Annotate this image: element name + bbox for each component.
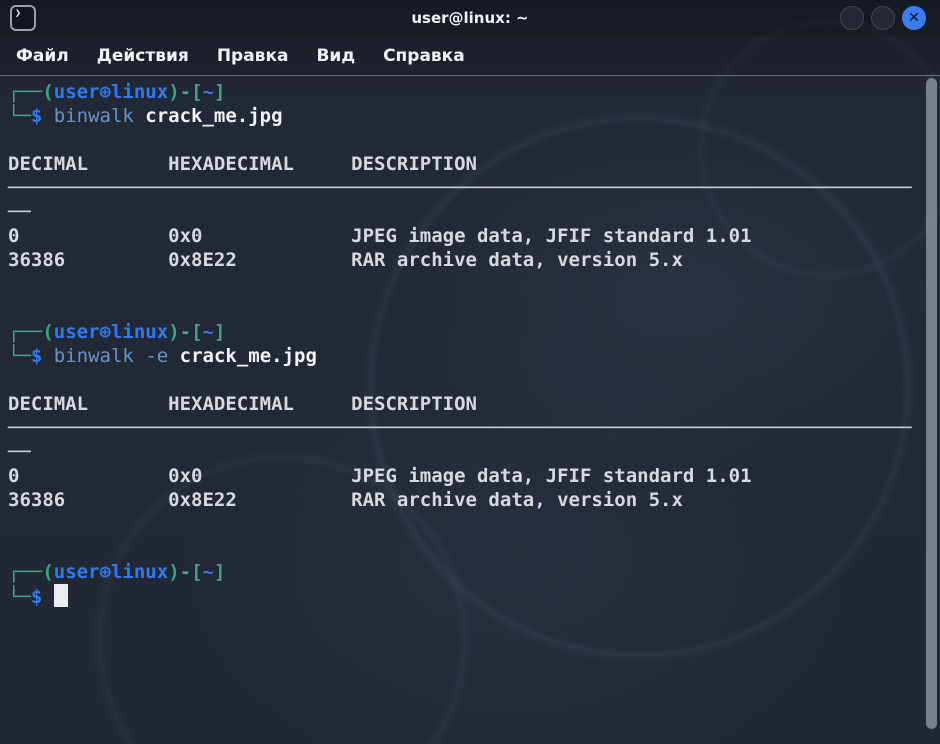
command-target: crack_me.jpg — [180, 345, 317, 367]
prompt-frame: └─ — [8, 345, 31, 367]
scrollbar[interactable] — [926, 78, 937, 739]
minimize-button[interactable] — [840, 6, 864, 30]
prompt-frame: ┌──( — [8, 321, 54, 343]
prompt-frame: ┌──( — [8, 81, 54, 103]
prompt-host: linux — [111, 81, 168, 103]
prompt-cwd: ~ — [203, 561, 214, 583]
prompt-line: ┌──(user⊕linux)-[~] — [8, 560, 916, 584]
menu-item-view[interactable]: Вид — [316, 46, 355, 66]
blank-line — [8, 536, 916, 560]
output-separator-wrap: ── — [8, 440, 916, 464]
prompt-user: user — [54, 561, 100, 583]
prompt-frame: ┌──( — [8, 561, 54, 583]
prompt-frame: )-[ — [168, 321, 202, 343]
prompt-line: ┌──(user⊕linux)-[~] — [8, 320, 916, 344]
command-line: └─$ binwalk -e crack_me.jpg — [8, 344, 916, 368]
output-separator: ────────────────────────────────────────… — [8, 416, 916, 440]
prompt-user: user — [54, 321, 100, 343]
command-flag: -e — [145, 345, 179, 367]
close-button[interactable]: ✕ — [902, 6, 926, 30]
blank-line — [8, 296, 916, 320]
prompt-frame: )-[ — [168, 81, 202, 103]
menu-item-edit[interactable]: Правка — [217, 46, 289, 66]
output-separator: ────────────────────────────────────────… — [8, 176, 916, 200]
active-prompt-line[interactable]: └─$ — [8, 584, 916, 608]
prompt-glyph: ❯ — [15, 9, 21, 19]
command-binary: binwalk — [54, 345, 146, 367]
prompt-host: linux — [111, 561, 168, 583]
output-row: 36386 0x8E22 RAR archive data, version 5… — [8, 248, 916, 272]
prompt-frame: └─ — [8, 105, 31, 127]
menu-item-help[interactable]: Справка — [383, 46, 465, 66]
blank-line — [8, 128, 916, 152]
prompt-cwd: ~ — [203, 81, 214, 103]
prompt-frame: ] — [214, 561, 225, 583]
menu-item-file[interactable]: Файл — [16, 46, 69, 66]
command-binary: binwalk — [54, 105, 146, 127]
terminal-window: ❯ user@linux: ~ ✕ Файл Действия Правка В… — [0, 0, 940, 744]
maximize-button[interactable] — [871, 6, 895, 30]
menubar: Файл Действия Правка Вид Справка — [0, 36, 940, 76]
at-symbol-icon: ⊕ — [100, 81, 111, 103]
window-controls: ✕ — [840, 6, 926, 30]
terminal-icon: ❯ — [10, 5, 36, 31]
output-row: 0 0x0 JPEG image data, JFIF standard 1.0… — [8, 224, 916, 248]
prompt-frame: └─ — [8, 586, 31, 608]
output-row: 36386 0x8E22 RAR archive data, version 5… — [8, 488, 916, 512]
blank-line — [8, 272, 916, 296]
scrollbar-thumb[interactable] — [926, 78, 937, 729]
output-header: DECIMAL HEXADECIMAL DESCRIPTION — [8, 152, 916, 176]
blank-line — [8, 368, 916, 392]
output-separator-wrap: ── — [8, 200, 916, 224]
titlebar[interactable]: ❯ user@linux: ~ ✕ — [0, 0, 940, 36]
prompt-frame: ] — [214, 321, 225, 343]
close-icon: ✕ — [908, 11, 920, 25]
at-symbol-icon: ⊕ — [100, 561, 111, 583]
command-line: └─$ binwalk crack_me.jpg — [8, 104, 916, 128]
prompt-frame: )-[ — [168, 561, 202, 583]
prompt-dollar: $ — [31, 105, 54, 127]
output-header: DECIMAL HEXADECIMAL DESCRIPTION — [8, 392, 916, 416]
prompt-host: linux — [111, 321, 168, 343]
prompt-cwd: ~ — [203, 321, 214, 343]
output-row: 0 0x0 JPEG image data, JFIF standard 1.0… — [8, 464, 916, 488]
blank-line — [8, 512, 916, 536]
terminal-screen[interactable]: ┌──(user⊕linux)-[~] └─$ binwalk crack_me… — [0, 76, 940, 743]
prompt-dollar: $ — [31, 586, 54, 608]
prompt-line: ┌──(user⊕linux)-[~] — [8, 80, 916, 104]
terminal-cursor — [54, 584, 68, 607]
at-symbol-icon: ⊕ — [100, 321, 111, 343]
prompt-frame: ] — [214, 81, 225, 103]
command-target: crack_me.jpg — [145, 105, 282, 127]
prompt-dollar: $ — [31, 345, 54, 367]
window-title: user@linux: ~ — [0, 9, 940, 27]
prompt-user: user — [54, 81, 100, 103]
menu-item-actions[interactable]: Действия — [97, 46, 189, 66]
